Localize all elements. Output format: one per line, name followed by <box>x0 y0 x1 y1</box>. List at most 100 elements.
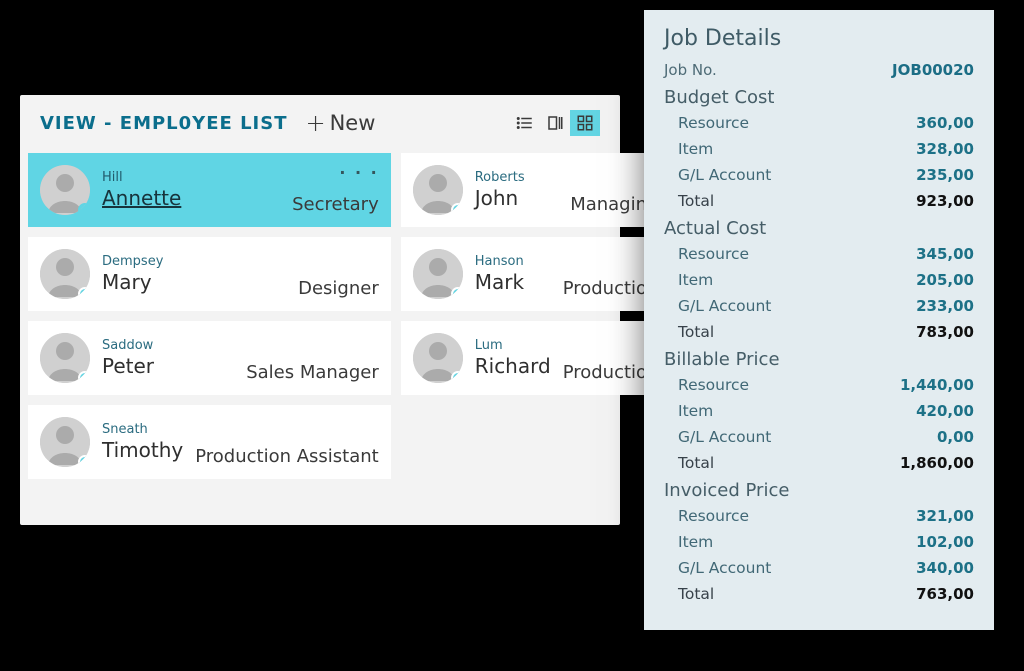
detail-total-row: Total 783,00 <box>664 319 974 345</box>
detail-row: Resource 360,00 <box>664 110 974 136</box>
presence-icon <box>451 287 463 299</box>
employee-card[interactable]: Dempsey Mary Designer <box>28 237 391 311</box>
section-label: Invoiced Price <box>664 480 974 501</box>
new-button-label: New <box>330 111 376 135</box>
view-list-icon[interactable] <box>510 110 540 136</box>
detail-key: Item <box>664 402 713 420</box>
employee-firstname: Mark <box>475 270 524 294</box>
detail-value[interactable]: 235,00 <box>916 166 974 184</box>
list-header: VIEW - EMPL0YEE LIST + New <box>20 95 620 147</box>
employee-name: Lum Richard <box>475 338 551 378</box>
jobno-row: Job No. JOB00020 <box>664 57 974 83</box>
presence-icon <box>78 203 90 215</box>
employee-role: Production Assistant <box>195 446 379 471</box>
detail-total-row: Total 763,00 <box>664 581 974 607</box>
employee-role: Secretary <box>292 194 379 219</box>
avatar <box>40 249 90 299</box>
jobno-value[interactable]: JOB00020 <box>892 61 974 79</box>
employee-card[interactable]: Saddow Peter Sales Manager <box>28 321 391 395</box>
detail-row: G/L Account 0,00 <box>664 424 974 450</box>
detail-value[interactable]: 0,00 <box>937 428 974 446</box>
card-more-icon[interactable]: . . . <box>339 159 378 178</box>
section-label: Actual Cost <box>664 218 974 239</box>
view-detail-icon[interactable] <box>540 110 570 136</box>
list-title: VIEW - EMPL0YEE LIST <box>40 113 287 134</box>
presence-icon <box>451 371 463 383</box>
employee-list-panel: VIEW - EMPL0YEE LIST + New <box>20 95 620 525</box>
detail-value[interactable]: 233,00 <box>916 297 974 315</box>
section-label: Budget Cost <box>664 87 974 108</box>
presence-icon <box>78 455 90 467</box>
detail-row: Item 102,00 <box>664 529 974 555</box>
jobno-label: Job No. <box>664 61 717 79</box>
detail-value[interactable]: 420,00 <box>916 402 974 420</box>
employee-card[interactable]: Lum Richard Production <box>401 321 671 395</box>
detail-value[interactable]: 340,00 <box>916 559 974 577</box>
employee-lastname: Sneath <box>102 422 183 438</box>
employee-lastname: Hill <box>102 170 181 186</box>
detail-key: Resource <box>664 245 749 263</box>
employee-firstname: Timothy <box>102 438 183 462</box>
presence-icon <box>78 287 90 299</box>
details-title: Job Details <box>664 26 974 51</box>
detail-value[interactable]: 328,00 <box>916 140 974 158</box>
avatar <box>413 249 463 299</box>
avatar <box>40 165 90 215</box>
detail-key: Resource <box>664 376 749 394</box>
detail-key: Resource <box>664 114 749 132</box>
detail-total-value: 783,00 <box>916 323 974 341</box>
employee-firstname: Mary <box>102 270 163 294</box>
section-label: Billable Price <box>664 349 974 370</box>
employee-role: Sales Manager <box>246 362 379 387</box>
new-button[interactable]: + New <box>305 109 375 137</box>
employee-name: Hill Annette <box>102 170 181 210</box>
employee-lastname: Lum <box>475 338 551 354</box>
employee-card[interactable]: Roberts John Managing <box>401 153 671 227</box>
employee-name: Roberts John <box>475 170 525 210</box>
detail-row: G/L Account 233,00 <box>664 293 974 319</box>
detail-row: G/L Account 235,00 <box>664 162 974 188</box>
detail-total-label: Total <box>664 585 714 603</box>
employee-card[interactable]: . . . Hill Annette Secretary <box>28 153 391 227</box>
detail-total-row: Total 1,860,00 <box>664 450 974 476</box>
detail-row: Item 420,00 <box>664 398 974 424</box>
employee-firstname: Peter <box>102 354 154 378</box>
employee-name: Saddow Peter <box>102 338 154 378</box>
detail-value[interactable]: 360,00 <box>916 114 974 132</box>
employee-lastname: Roberts <box>475 170 525 186</box>
plus-icon: + <box>305 109 325 137</box>
detail-key: G/L Account <box>664 559 771 577</box>
detail-key: Item <box>664 271 713 289</box>
detail-key: Item <box>664 533 713 551</box>
employee-role: Designer <box>298 278 379 303</box>
detail-total-label: Total <box>664 454 714 472</box>
employee-firstname: John <box>475 186 525 210</box>
employee-lastname: Dempsey <box>102 254 163 270</box>
presence-icon <box>451 203 463 215</box>
detail-value[interactable]: 205,00 <box>916 271 974 289</box>
employee-firstname: Annette <box>102 186 181 210</box>
employee-card[interactable]: Hanson Mark Production <box>401 237 671 311</box>
employee-card[interactable]: Sneath Timothy Production Assistant <box>28 405 391 479</box>
employee-grid: . . . Hill Annette Secretary Roberts Joh… <box>20 147 620 485</box>
detail-value[interactable]: 345,00 <box>916 245 974 263</box>
detail-total-label: Total <box>664 323 714 341</box>
detail-total-value: 763,00 <box>916 585 974 603</box>
employee-lastname: Hanson <box>475 254 524 270</box>
detail-value[interactable]: 102,00 <box>916 533 974 551</box>
presence-icon <box>78 371 90 383</box>
detail-key: G/L Account <box>664 428 771 446</box>
detail-value[interactable]: 1,440,00 <box>900 376 974 394</box>
avatar <box>413 333 463 383</box>
detail-value[interactable]: 321,00 <box>916 507 974 525</box>
avatar <box>40 417 90 467</box>
detail-row: Item 205,00 <box>664 267 974 293</box>
job-details-panel: Job Details Job No. JOB00020 Budget Cost… <box>644 10 994 630</box>
view-mode-switch <box>510 110 600 136</box>
detail-row: Resource 1,440,00 <box>664 372 974 398</box>
detail-key: G/L Account <box>664 166 771 184</box>
avatar <box>40 333 90 383</box>
employee-name: Sneath Timothy <box>102 422 183 462</box>
view-grid-icon[interactable] <box>570 110 600 136</box>
employee-name: Hanson Mark <box>475 254 524 294</box>
